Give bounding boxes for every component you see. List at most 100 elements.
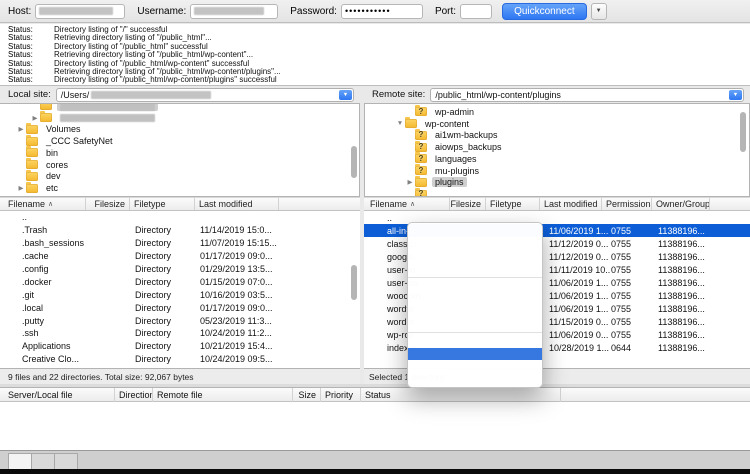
context-menu-item[interactable]: [408, 372, 542, 384]
Volumes[interactable]: Volumes: [0, 124, 359, 136]
context-menu-item[interactable]: [408, 250, 542, 262]
plugins[interactable]: plugins: [365, 177, 749, 189]
file-type: Directory: [135, 238, 200, 248]
transfer-queue-body: [0, 402, 750, 450]
column-header-priority[interactable]: Priority: [321, 388, 361, 402]
.cache[interactable]: .cache Directory 01/17/2019 09:0...: [0, 250, 360, 263]
username-input[interactable]: [190, 4, 278, 19]
tree-item-label: [57, 113, 158, 123]
column-header-filesize[interactable]: Filesize: [450, 197, 486, 211]
file-name: .config: [22, 264, 135, 274]
etc[interactable]: etc: [0, 182, 359, 194]
dev[interactable]: dev: [0, 171, 359, 183]
host-input[interactable]: [35, 4, 125, 19]
context-menu: [407, 222, 543, 388]
folder-icon: [40, 103, 52, 110]
expander-icon[interactable]: [30, 114, 40, 122]
expander-icon[interactable]: [16, 125, 26, 133]
column-header-owner-group[interactable]: Owner/Group: [652, 197, 710, 211]
ai1wm-backups[interactable]: ai1wm-backups: [365, 130, 749, 142]
..[interactable]: ..: [0, 211, 360, 224]
context-menu-item[interactable]: [408, 317, 542, 329]
column-header-remote-file[interactable]: Remote file: [153, 388, 293, 402]
context-menu-item[interactable]: [408, 305, 542, 317]
sort-ascending-icon: ∧: [48, 200, 53, 208]
.Trash[interactable]: .Trash Directory 11/14/2019 15:0...: [0, 224, 360, 237]
column-header-permissions[interactable]: Permissions: [602, 197, 652, 211]
_CCC SafetyNet[interactable]: _CCC SafetyNet: [0, 135, 359, 147]
wp-admin[interactable]: wp-admin: [365, 106, 749, 118]
column-header-filename[interactable]: Filename∧: [364, 197, 450, 211]
quickconnect-button[interactable]: Quickconnect: [502, 3, 587, 20]
expander-icon[interactable]: [395, 120, 405, 127]
column-header-filename[interactable]: Filename∧: [0, 197, 86, 211]
expander-icon[interactable]: [16, 184, 26, 192]
.ssh[interactable]: .ssh Directory 10/24/2019 11:2...: [0, 327, 360, 340]
context-menu-item[interactable]: [408, 226, 542, 238]
file-modified: 01/29/2019 13:5...: [200, 264, 360, 274]
wp-content[interactable]: wp-content: [365, 118, 749, 130]
remote-directory-tree: wp-admin wp-content ai1wm-backups aiowps…: [364, 103, 750, 197]
Creative Clo...[interactable]: Creative Clo... Directory 10/24/2019 09:…: [0, 353, 360, 366]
aiowps_backups[interactable]: aiowps_backups: [365, 141, 749, 153]
bin[interactable]: bin: [0, 147, 359, 159]
local-directory-tree: Volumes _CCC SafetyNet bin cores dev: [0, 103, 360, 197]
password-input[interactable]: •••••••••••: [341, 4, 423, 19]
expander-icon[interactable]: [405, 178, 415, 186]
file-type: Directory: [135, 290, 200, 300]
tree-item-label: plugins: [432, 177, 467, 187]
tree-item-label: ai1wm-backups: [432, 130, 501, 140]
.git[interactable]: .git Directory 10/16/2019 03:5...: [0, 288, 360, 301]
tree-item-label: [57, 103, 158, 111]
column-header-status[interactable]: Status: [361, 388, 561, 402]
file-owner-group: 11388196...: [658, 265, 750, 275]
combo-arrow-button[interactable]: ▼: [339, 90, 352, 100]
.putty[interactable]: .putty Directory 05/23/2019 11:3...: [0, 314, 360, 327]
context-menu-item[interactable]: [408, 336, 542, 348]
column-header-server-local-file[interactable]: Server/Local file: [0, 388, 115, 402]
remote-site-combo[interactable]: /public_html/wp-content/plugins ▼: [430, 88, 744, 102]
context-menu-item[interactable]: [408, 281, 542, 293]
remote-tree-scrollbar[interactable]: [740, 112, 746, 152]
local-tree-scrollbar[interactable]: [351, 146, 357, 178]
file-modified: 11/07/2019 15:15...: [200, 238, 360, 248]
context-menu-item[interactable]: [408, 277, 542, 278]
file-permissions: 0755: [611, 265, 658, 275]
port-input[interactable]: [460, 4, 492, 19]
column-header-last-modified[interactable]: Last modified: [540, 197, 602, 211]
file-modified: 10/24/2019 09:5...: [200, 354, 360, 364]
combo-arrow-button[interactable]: ▼: [729, 90, 742, 100]
cores[interactable]: cores: [0, 159, 359, 171]
column-header-size[interactable]: Size: [293, 388, 321, 402]
languages[interactable]: languages: [365, 153, 749, 165]
column-header-filetype[interactable]: Filetype: [486, 197, 540, 211]
[interactable]: [0, 103, 359, 112]
.docker[interactable]: .docker Directory 01/15/2019 07:0...: [0, 275, 360, 288]
context-menu-item[interactable]: [408, 348, 542, 360]
.config[interactable]: .config Directory 01/29/2019 13:5...: [0, 263, 360, 276]
.bash_sessions[interactable]: .bash_sessions Directory 11/07/2019 15:1…: [0, 237, 360, 250]
quickconnect-dropdown-button[interactable]: ▼: [591, 3, 607, 20]
file-modified: 01/17/2019 09:0...: [200, 251, 360, 261]
.local[interactable]: .local Directory 01/17/2019 09:0...: [0, 301, 360, 314]
context-menu-item[interactable]: [408, 332, 542, 333]
queue-tab[interactable]: [54, 453, 78, 469]
context-menu-item[interactable]: [408, 293, 542, 305]
queue-tab[interactable]: [31, 453, 55, 469]
context-menu-item[interactable]: [408, 238, 542, 250]
column-header-filetype[interactable]: Filetype: [130, 197, 195, 211]
local-site-combo[interactable]: /Users/ ▼: [56, 88, 354, 102]
file-type: Directory: [135, 225, 200, 235]
context-menu-item[interactable]: [408, 262, 542, 274]
context-menu-item[interactable]: [408, 360, 542, 372]
Applications[interactable]: Applications Directory 10/21/2019 15:4..…: [0, 340, 360, 353]
file-modified: 11/06/2019 1...: [549, 226, 611, 236]
column-header-filesize[interactable]: Filesize: [86, 197, 130, 211]
column-header-direction[interactable]: Direction: [115, 388, 153, 402]
queue-tab[interactable]: [8, 453, 32, 469]
[interactable]: [0, 112, 359, 124]
[interactable]: [365, 188, 749, 197]
local-list-scrollbar[interactable]: [351, 265, 357, 300]
mu-plugins[interactable]: mu-plugins: [365, 165, 749, 177]
column-header-last-modified[interactable]: Last modified: [195, 197, 279, 211]
